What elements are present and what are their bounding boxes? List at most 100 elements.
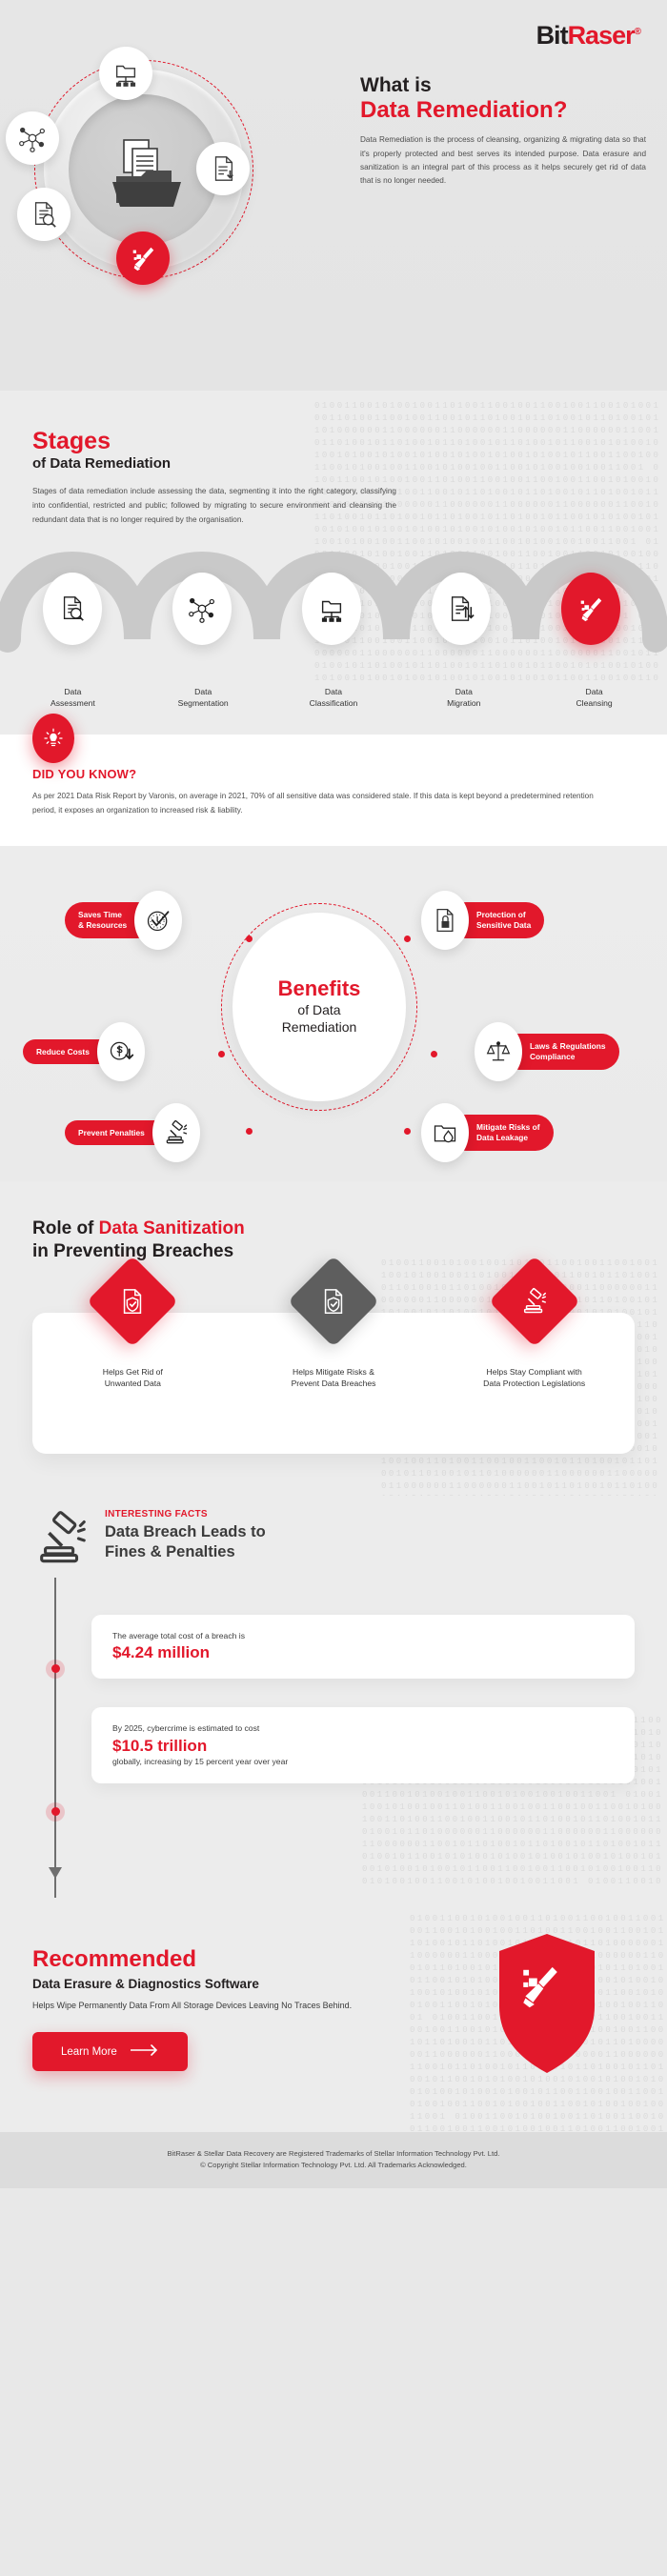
hero-illustration <box>6 47 295 338</box>
role-col-compliance[interactable]: Helps Stay Compliant with Data Protectio… <box>434 1255 635 1454</box>
hero-title-line2: Data Remediation? <box>360 96 568 123</box>
benefit-item-saves-time[interactable]: Saves Time & Resources <box>65 891 183 951</box>
role-caption: Helps Mitigate Risks & Prevent Data Brea… <box>239 1366 429 1390</box>
benefits-center-title: Benefits <box>277 976 361 1001</box>
infographic-page: BitRaser® What is Data Remediation? Data… <box>0 0 667 2188</box>
stage-label-line1: Data <box>455 687 473 697</box>
lightbulb-icon <box>32 713 74 763</box>
timeline-dot <box>46 1801 65 1821</box>
benefits-center-sub1: of Data <box>297 1002 341 1018</box>
hero-title-line1: What is <box>360 74 432 96</box>
stage-label-line1: Data <box>585 687 603 697</box>
benefit-item-prevent-penalties[interactable]: Prevent Penalties <box>65 1103 200 1163</box>
bitraser-logo: BitRaser® <box>536 21 642 50</box>
stage-label-line1: Data <box>194 687 212 697</box>
benefits-connector-dot <box>404 936 411 943</box>
facts-eyebrow: INTERESTING FACTS <box>105 1508 208 1519</box>
role-caption-line2: Unwanted Data <box>104 1378 161 1388</box>
benefits-connector-dot <box>431 1051 437 1058</box>
stage-label-line2: Assessment <box>50 698 95 709</box>
folder-leak-icon <box>421 1103 469 1163</box>
role-caption-line1: Helps Mitigate Risks & <box>293 1366 374 1377</box>
stage-label-line1: Data <box>64 687 82 697</box>
benefit-item-reduce-costs[interactable]: Reduce Costs <box>23 1022 145 1082</box>
benefits-connector-dot <box>404 1128 411 1136</box>
stage-node-assessment[interactable] <box>43 573 102 646</box>
benefit-item-compliance[interactable]: Laws & Regulations Compliance <box>475 1022 619 1082</box>
recommended-section: 0100110010100100110100110010011001001100… <box>0 1912 667 2132</box>
benefits-connector-dot <box>246 936 253 943</box>
stage-node-cleansing[interactable] <box>561 573 620 646</box>
stages-title: Stages of Data Remediation <box>32 429 635 472</box>
role-title-prefix: Role of <box>32 1218 99 1239</box>
fact-card-breach-cost: The average total cost of a breach is $4… <box>91 1614 635 1679</box>
stage-label-migration: Data Migration <box>398 687 529 709</box>
document-upload-icon <box>196 142 250 195</box>
stage-label-assessment: Data Assessment <box>8 687 138 709</box>
benefit-item-protection[interactable]: Protection of Sensitive Data <box>421 891 545 951</box>
stages-wave <box>0 552 667 685</box>
hero-text-block: What is Data Remediation? Data Remediati… <box>360 74 646 189</box>
benefit-item-mitigate-leakage[interactable]: Mitigate Risks of Data Leakage <box>421 1103 554 1163</box>
role-title: Role of Data Sanitization in Preventing … <box>32 1218 635 1263</box>
stages-header: Stages of Data Remediation Stages of dat… <box>0 429 667 527</box>
recommended-text-block: Recommended Data Erasure & Diagnostics S… <box>32 1945 414 2072</box>
facts-title: Data Breach Leads to Fines & Penalties <box>105 1522 266 1562</box>
benefits-center: Benefits of Data Remediation <box>232 913 406 1102</box>
facts-heading-block: INTERESTING FACTS Data Breach Leads to F… <box>105 1509 266 1562</box>
benefits-connector-dot <box>246 1128 253 1136</box>
facts-title-line1: Data Breach Leads to <box>105 1522 266 1540</box>
role-section: 0100110010100100110100110010011001001100… <box>0 1181 667 1540</box>
did-you-know-heading: DID YOU KNOW? <box>32 766 137 781</box>
timeline-dot <box>46 1659 65 1679</box>
stages-description: Stages of data remediation include asses… <box>32 487 396 524</box>
benefits-center-sub2: Remediation <box>281 1018 357 1035</box>
did-you-know-section: DID YOU KNOW? As per 2021 Data Risk Repo… <box>0 713 667 847</box>
stage-label-line2: Migration <box>447 698 481 709</box>
facts-section: 0100110010100100110100110010011001001100… <box>0 1495 667 1913</box>
stages-title-line2: of Data Remediation <box>32 455 172 472</box>
stage-label-cleansing: Data Cleansing <box>529 687 659 709</box>
documents-folder-icon <box>103 136 191 212</box>
stage-label-segmentation: Data Segmentation <box>138 687 269 709</box>
fact-intro: The average total cost of a breach is <box>112 1630 246 1640</box>
learn-more-label: Learn More <box>61 2045 117 2058</box>
document-shield-icon <box>287 1255 380 1347</box>
broom-cleanse-icon <box>580 598 602 622</box>
recommended-heading: Recommended <box>32 1945 197 1972</box>
role-col-mitigate-risks[interactable]: Helps Mitigate Risks & Prevent Data Brea… <box>233 1255 435 1454</box>
facts-title-line2: Fines & Penalties <box>105 1542 235 1560</box>
shield-broom-icon <box>495 1932 598 2075</box>
recommended-subheading: Data Erasure & Diagnostics Software <box>32 1977 259 1992</box>
role-caption-line1: Helps Get Rid of <box>102 1366 163 1377</box>
stage-node-segmentation[interactable] <box>172 573 232 646</box>
arrow-right-icon <box>130 2044 159 2059</box>
did-you-know-body: As per 2021 Data Risk Report by Varonis,… <box>32 791 594 815</box>
role-caption-line2: Prevent Data Breaches <box>291 1378 376 1388</box>
stage-label-line2: Cleansing <box>576 698 613 709</box>
folder-network-icon <box>321 601 342 623</box>
timeline-arrow-icon <box>49 1866 62 1879</box>
fact-card-cybercrime-cost: By 2025, cybercrime is estimated to cost… <box>91 1706 635 1783</box>
stage-node-migration[interactable] <box>432 573 491 646</box>
footer-line2: © Copyright Stellar Information Technolo… <box>200 2161 467 2170</box>
role-title-accent: Data Sanitization <box>98 1218 245 1239</box>
network-nodes-icon <box>6 111 59 165</box>
document-shield-icon <box>87 1255 179 1347</box>
role-caption: Helps Stay Compliant with Data Protectio… <box>439 1366 629 1390</box>
broom-cleanse-icon <box>116 231 170 285</box>
fact-outro: globally, increasing by 15 percent year … <box>112 1757 289 1767</box>
page-title: What is Data Remediation? <box>360 74 646 123</box>
gavel-icon <box>32 1509 91 1573</box>
role-caption-line1: Helps Stay Compliant with <box>486 1366 582 1377</box>
logo-trademark: ® <box>634 27 641 37</box>
role-caption-line2: Data Protection Legislations <box>483 1378 586 1388</box>
document-transfer-icon <box>451 596 475 622</box>
network-nodes-icon <box>189 598 214 624</box>
learn-more-button[interactable]: Learn More <box>32 2032 188 2072</box>
role-col-unwanted-data[interactable]: Helps Get Rid of Unwanted Data <box>32 1255 233 1454</box>
footer-line1: BitRaser & Stellar Data Recovery are Reg… <box>167 2148 500 2158</box>
stage-node-classification[interactable] <box>302 573 361 646</box>
role-caption: Helps Get Rid of Unwanted Data <box>38 1366 228 1390</box>
benefits-section: Benefits of Data Remediation Saves Time … <box>0 846 667 1182</box>
